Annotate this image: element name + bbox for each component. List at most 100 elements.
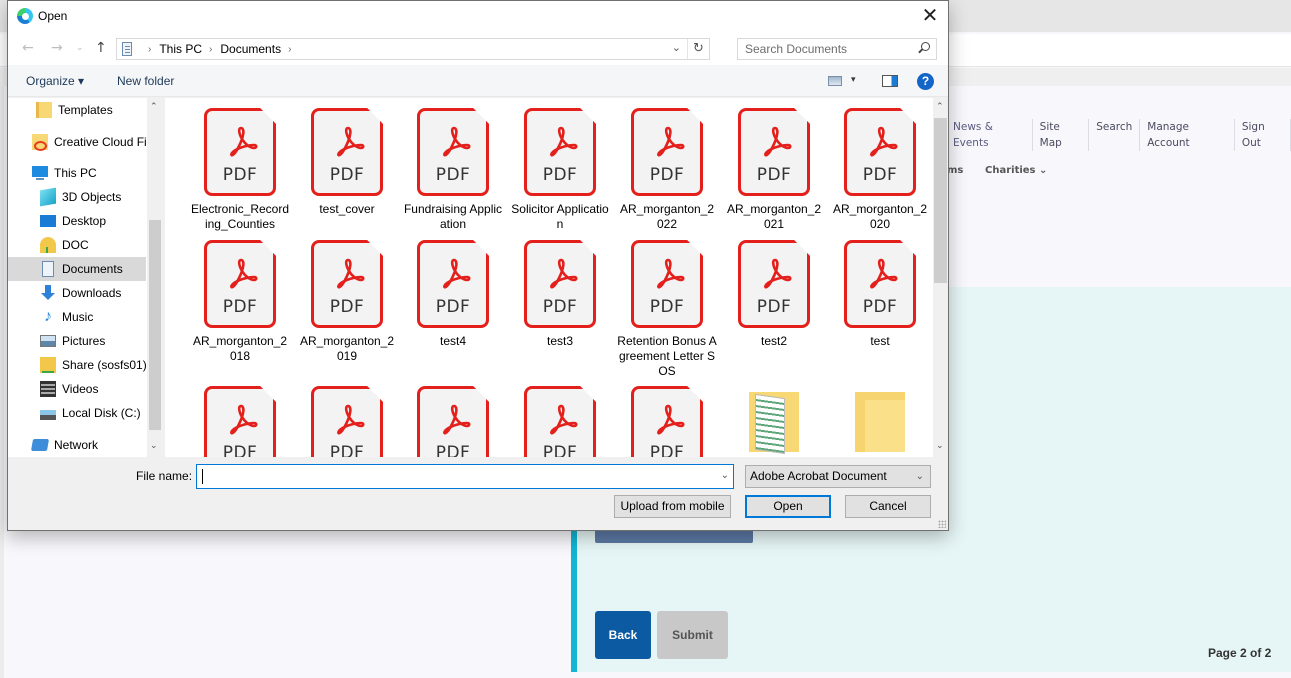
acrobat-logo-icon xyxy=(230,126,258,157)
file-item[interactable]: PDF AR_morganton_2018 xyxy=(190,240,290,364)
scroll-up-icon[interactable]: ⌃ xyxy=(936,101,944,112)
link-search[interactable]: Search xyxy=(1089,119,1141,151)
file-item[interactable]: PDF Electronic_Recording_Counties xyxy=(190,108,290,232)
sidebar-item-label: Videos xyxy=(62,382,99,396)
sidebar-item-downloads[interactable]: Downloads xyxy=(8,281,146,305)
sidebar-item-doc[interactable]: DOC xyxy=(8,233,146,257)
sidebar-item-documents[interactable]: Documents xyxy=(8,257,146,281)
help-icon[interactable]: ? xyxy=(917,73,934,90)
file-item[interactable]: PDF test2 xyxy=(724,240,824,349)
new-folder-button[interactable]: New folder xyxy=(117,74,174,88)
file-list-scrollbar[interactable]: ⌃ ⌄ xyxy=(933,98,948,457)
file-item[interactable]: PDF xyxy=(403,386,503,457)
forward-arrow-icon[interactable]: → xyxy=(51,40,63,56)
file-item[interactable]: PDF Retention Bonus Agreement Letter SOS xyxy=(617,240,717,379)
preview-pane-icon[interactable] xyxy=(882,75,898,87)
file-name: test3 xyxy=(546,334,573,348)
file-item[interactable]: PDF Fundraising Application xyxy=(403,108,503,232)
file-item[interactable]: PDF AR_morganton_2022 xyxy=(617,108,717,232)
sidebar-item-network[interactable]: Network xyxy=(8,433,146,457)
organize-button[interactable]: Organize ▾ xyxy=(26,74,84,88)
view-options-dropdown[interactable]: ▾ xyxy=(851,74,856,85)
change-view-icon[interactable] xyxy=(828,76,842,86)
link-news-events[interactable]: News & Events xyxy=(953,119,1033,151)
scroll-up-icon[interactable]: ⌃ xyxy=(150,101,158,112)
sidebar-scrollbar-thumb[interactable] xyxy=(149,220,161,430)
back-arrow-icon[interactable]: ← xyxy=(22,40,34,56)
pdf-badge: PDF xyxy=(649,165,685,185)
sidebar-item-desktop[interactable]: Desktop xyxy=(8,209,146,233)
sidebar-item-videos[interactable]: Videos xyxy=(8,377,146,401)
sidebar-item-label: Pictures xyxy=(62,334,106,348)
back-button[interactable]: Back xyxy=(595,611,651,659)
file-item[interactable] xyxy=(724,386,824,457)
breadcrumb-separator[interactable]: › xyxy=(209,44,212,55)
link-sign-out[interactable]: Sign Out xyxy=(1235,119,1291,151)
open-button[interactable]: Open xyxy=(745,495,831,518)
chevron-down-icon[interactable]: ⌄ xyxy=(721,470,729,481)
file-list-scrollbar-thumb[interactable] xyxy=(934,118,947,283)
file-item[interactable]: PDF test xyxy=(830,240,930,349)
submit-button[interactable]: Submit xyxy=(657,611,728,659)
acrobat-logo-icon xyxy=(870,126,898,157)
nav-item-charities[interactable]: Charities ⌄ xyxy=(985,165,1047,176)
file-item[interactable]: PDF Solicitor Application xyxy=(510,108,610,232)
sidebar-item-share[interactable]: Share (sosfs01) xyxy=(8,353,147,377)
address-bar[interactable]: › This PC › Documents › ⌄ ↻ xyxy=(116,38,710,60)
upload-from-mobile-button[interactable]: Upload from mobile xyxy=(614,495,731,518)
scroll-down-icon[interactable]: ⌄ xyxy=(150,440,158,451)
dialog-titlebar[interactable]: Open ✕ xyxy=(8,1,948,32)
file-item[interactable]: PDF test3 xyxy=(510,240,610,349)
recent-locations-icon[interactable]: ⌄ xyxy=(76,43,84,53)
up-arrow-icon[interactable]: ↑ xyxy=(95,40,107,56)
sidebar-item-pictures[interactable]: Pictures xyxy=(8,329,146,353)
file-name: test xyxy=(870,334,890,348)
edge-browser-icon xyxy=(17,8,33,24)
sidebar-item-this-pc[interactable]: This PC xyxy=(8,161,146,185)
cancel-button[interactable]: Cancel xyxy=(845,495,931,518)
scroll-down-icon[interactable]: ⌄ xyxy=(936,440,944,451)
chevron-down-icon[interactable]: ⌄ xyxy=(672,41,681,54)
search-box xyxy=(737,38,937,60)
acrobat-logo-icon xyxy=(657,126,685,157)
nav-item-partial[interactable]: ms xyxy=(947,165,963,176)
sidebar-item-3d-objects[interactable]: 3D Objects xyxy=(8,185,146,209)
breadcrumb-separator[interactable]: › xyxy=(288,44,291,55)
file-item[interactable]: PDF test4 xyxy=(403,240,503,349)
documents-icon xyxy=(122,42,132,56)
file-type-select[interactable]: Adobe Acrobat Document ⌄ xyxy=(745,465,931,488)
file-item[interactable]: PDF xyxy=(190,386,290,457)
close-icon[interactable]: ✕ xyxy=(918,4,942,28)
file-name-input[interactable] xyxy=(197,465,707,488)
file-item[interactable]: PDF xyxy=(617,386,717,457)
sidebar-item-creative-cloud[interactable]: Creative Cloud Fil xyxy=(8,130,149,154)
resize-grip[interactable] xyxy=(938,520,946,528)
sidebar-item-templates[interactable]: Templates xyxy=(8,98,146,122)
pdf-file-icon: PDF xyxy=(631,240,703,328)
breadcrumb-this-pc[interactable]: This PC xyxy=(159,42,202,56)
command-bar: Organize ▾ New folder ▾ ? xyxy=(8,65,948,97)
sidebar-item-label: Templates xyxy=(58,103,113,117)
file-item[interactable]: PDF AR_morganton_2021 xyxy=(724,108,824,232)
navigation-bar: ← → ⌄ ↑ › This PC › Documents › ⌄ ↻ xyxy=(8,32,948,65)
file-item[interactable]: PDF xyxy=(510,386,610,457)
search-input[interactable] xyxy=(738,39,908,59)
file-name: Electronic_Recording_Counties xyxy=(190,202,290,231)
utility-links: News & Events Site Map Search Manage Acc… xyxy=(953,119,1291,151)
breadcrumb-documents[interactable]: Documents xyxy=(220,42,281,56)
file-item[interactable] xyxy=(830,386,930,457)
file-item[interactable]: PDF AR_morganton_2019 xyxy=(297,240,397,364)
sidebar-item-music[interactable]: ♪ Music xyxy=(8,305,146,329)
file-item[interactable]: PDF test_cover xyxy=(297,108,397,217)
link-site-map[interactable]: Site Map xyxy=(1033,119,1090,151)
link-manage-account[interactable]: Manage Account xyxy=(1140,119,1235,151)
breadcrumb-separator[interactable]: › xyxy=(148,44,151,55)
refresh-icon[interactable]: ↻ xyxy=(687,39,709,59)
file-item[interactable]: PDF xyxy=(297,386,397,457)
sidebar-item-local-disk[interactable]: Local Disk (C:) xyxy=(8,401,146,425)
chevron-down-icon: ⌄ xyxy=(915,471,924,482)
sidebar-scrollbar[interactable]: ⌃ ⌄ xyxy=(147,98,163,457)
search-icon[interactable] xyxy=(921,42,930,51)
file-item[interactable]: PDF AR_morganton_2020 xyxy=(830,108,930,232)
file-name: test4 xyxy=(439,334,466,348)
